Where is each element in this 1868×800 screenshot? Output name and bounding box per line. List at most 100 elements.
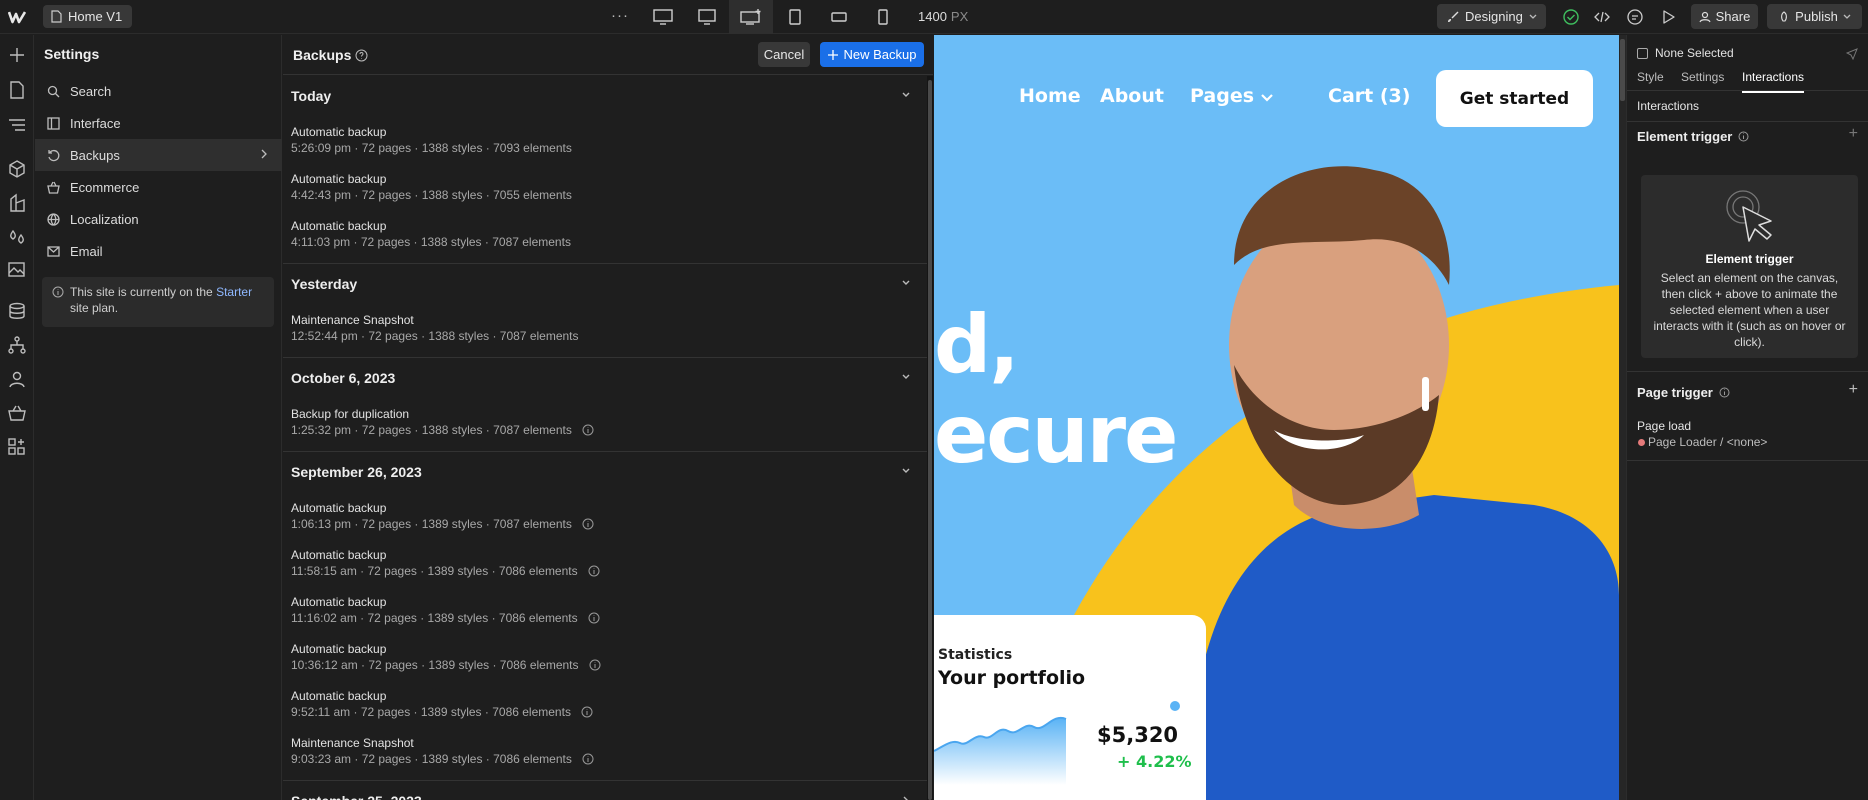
backup-group-header[interactable]: September 26, 2023 <box>283 452 927 492</box>
assets-icon <box>8 262 25 277</box>
tab-interactions[interactable]: Interactions <box>1742 70 1805 93</box>
variables-panel-button[interactable] <box>7 227 27 247</box>
backup-entry[interactable]: Automatic backup 5:26:09 pm · 72 pages · … <box>283 116 927 163</box>
logic-panel-button[interactable] <box>7 335 27 355</box>
canvas-width-readout[interactable]: 1400 PX <box>918 9 968 24</box>
add-page-trigger-button[interactable]: + <box>1849 381 1858 399</box>
breakpoint-desktop-large-button[interactable] <box>641 0 685 34</box>
canvas-scrollbar-thumb[interactable] <box>1620 39 1625 101</box>
backup-group-header[interactable]: October 6, 2023 <box>283 358 927 398</box>
tab-settings[interactable]: Settings <box>1681 70 1724 84</box>
left-toolbar <box>0 35 34 800</box>
info-icon[interactable] <box>582 753 594 765</box>
backup-entry-name: Automatic backup <box>291 642 387 656</box>
get-started-button[interactable]: Get started <box>1436 70 1593 127</box>
backup-group-header[interactable]: Yesterday <box>283 264 927 304</box>
backup-entry-meta-row: 12:52:44 pm · 72 pages · 1388 styles · 7… <box>291 328 927 344</box>
new-backup-button[interactable]: New Backup <box>820 42 924 67</box>
comments-icon[interactable] <box>1626 8 1644 26</box>
backup-entry[interactable]: Maintenance Snapshot 12:52:44 pm · 72 pag… <box>283 304 927 351</box>
info-icon[interactable] <box>589 659 601 671</box>
settings-item-backups[interactable]: Backups <box>35 139 282 171</box>
add-icon <box>10 48 24 62</box>
settings-item-ecommerce[interactable]: Ecommerce <box>35 171 282 203</box>
chevron-down-icon <box>1843 14 1851 19</box>
info-icon[interactable] <box>588 565 600 577</box>
backup-entry[interactable]: Automatic backup 4:42:43 pm · 72 pages · … <box>283 163 927 210</box>
pages-panel-button[interactable] <box>7 80 27 100</box>
monitor-star-icon <box>740 9 761 25</box>
cancel-button[interactable]: Cancel <box>758 42 810 67</box>
users-panel-button[interactable] <box>7 369 27 389</box>
backup-group-header[interactable]: September 25, 2023 <box>283 781 927 800</box>
info-icon[interactable] <box>1738 131 1749 142</box>
help-icon[interactable] <box>355 49 368 62</box>
page-loader-row[interactable]: Page Loader / <none> <box>1637 435 1767 449</box>
backup-entry[interactable]: Automatic backup 11:58:15 am · 72 pages ·… <box>283 539 927 586</box>
ecommerce-panel-button[interactable] <box>7 403 27 423</box>
status-dot-icon <box>1638 438 1645 446</box>
statistics-card[interactable]: Statistics Your portfolio $5,320 + 4.22% <box>934 615 1206 800</box>
webflow-logo-icon[interactable] <box>8 9 26 25</box>
info-icon[interactable] <box>1719 387 1730 398</box>
backup-entry-meta: 1:25:32 pm · 72 pages · 1388 styles · 70… <box>291 423 572 437</box>
canvas-scrollbar[interactable] <box>1619 35 1626 800</box>
backup-entry[interactable]: Automatic backup 9:52:11 am · 72 pages · … <box>283 680 927 727</box>
more-breakpoints-button[interactable]: ··· <box>611 7 629 24</box>
add-element-trigger-button[interactable]: + <box>1849 125 1858 143</box>
settings-item-label: Search <box>70 83 112 99</box>
breakpoint-base-button[interactable] <box>729 0 773 34</box>
navigator-panel-button[interactable] <box>7 115 27 135</box>
nav-cart-link[interactable]: Cart (3) <box>1328 85 1410 107</box>
backups-scrollbar-thumb[interactable] <box>928 80 932 800</box>
cms-panel-button[interactable] <box>7 301 27 321</box>
nav-about-link[interactable]: About <box>1100 85 1164 107</box>
info-icon[interactable] <box>581 706 593 718</box>
info-icon[interactable] <box>588 612 600 624</box>
tab-style[interactable]: Style <box>1637 70 1664 84</box>
code-icon[interactable] <box>1593 8 1611 26</box>
backup-entry[interactable]: Automatic backup 10:36:12 am · 72 pages ·… <box>283 633 927 680</box>
monitor-large-icon <box>653 9 673 25</box>
style-manager-panel-button[interactable] <box>7 193 27 213</box>
publish-button[interactable]: Publish <box>1767 4 1862 29</box>
settings-item-interface[interactable]: Interface <box>35 107 282 139</box>
add-panel-button[interactable] <box>7 45 27 65</box>
preview-play-icon[interactable] <box>1659 8 1677 26</box>
share-button[interactable]: Share <box>1691 4 1758 29</box>
breakpoint-tablet-button[interactable] <box>773 0 817 34</box>
settings-item-localization[interactable]: Localization <box>35 203 282 235</box>
backup-entry[interactable]: Automatic backup 1:06:13 pm · 72 pages · … <box>283 492 927 539</box>
backup-group: September 25, 2023 <box>283 781 927 800</box>
breakpoint-mobile-landscape-button[interactable] <box>817 0 861 34</box>
breakpoint-mobile-portrait-button[interactable] <box>861 0 905 34</box>
page-load-label[interactable]: Page load <box>1637 419 1691 433</box>
status-check-icon[interactable] <box>1562 8 1580 26</box>
apps-panel-button[interactable] <box>7 437 27 457</box>
settings-item-search[interactable]: Search <box>35 75 282 107</box>
nav-home-link[interactable]: Home <box>1019 85 1081 107</box>
backup-entry-name: Automatic backup <box>291 689 387 703</box>
components-panel-button[interactable] <box>7 159 27 179</box>
chevron-right-icon <box>261 149 267 159</box>
design-canvas[interactable]: Home About Pages Cart (3) Get started d,… <box>934 35 1619 800</box>
mode-selector[interactable]: Designing <box>1437 4 1546 29</box>
starter-plan-link[interactable]: Starter <box>216 285 252 299</box>
backup-entry[interactable]: Automatic backup 11:16:02 am · 72 pages ·… <box>283 586 927 633</box>
backup-entry[interactable]: Backup for duplication 1:25:32 pm · 72 pa… <box>283 398 927 445</box>
page-selector[interactable]: Home V1 <box>43 5 133 28</box>
backup-group-header[interactable]: Today <box>283 76 927 116</box>
assets-panel-button[interactable] <box>7 259 27 279</box>
settings-item-label: Email <box>70 243 103 259</box>
backup-entry-meta-row: 4:11:03 pm · 72 pages · 1388 styles · 70… <box>291 234 927 250</box>
chevron-down-icon <box>1260 94 1273 102</box>
settings-item-email[interactable]: Email <box>35 235 282 267</box>
info-icon[interactable] <box>582 518 594 530</box>
info-icon[interactable] <box>582 424 594 436</box>
backup-entry[interactable]: Maintenance Snapshot 9:03:23 am · 72 page… <box>283 727 927 774</box>
pointer-icon[interactable] <box>1846 48 1858 60</box>
backup-entry[interactable]: Automatic backup 4:11:03 pm · 72 pages · … <box>283 210 927 257</box>
settings-panel: Settings Search Interface Backups Ecomme… <box>35 35 282 800</box>
breakpoint-desktop-button[interactable] <box>685 0 729 34</box>
nav-pages-link[interactable]: Pages <box>1190 85 1273 107</box>
